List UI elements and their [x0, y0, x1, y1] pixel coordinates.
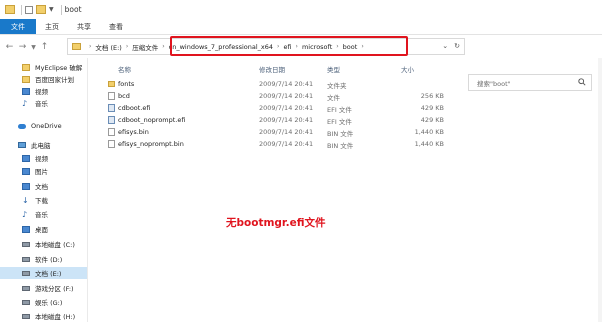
file-list: 名称 修改日期 类型 大小 fonts 2009/7/14 20:41 文件夹 …	[89, 58, 602, 322]
navigation-pane: MyEclipse 破解 百度回家计划 视频 ♪ 音乐 OneDrive 此电脑 …	[0, 58, 88, 322]
file-icon	[108, 128, 115, 136]
sidebar-item-pc-music[interactable]: ♪ 音乐	[0, 208, 87, 220]
download-icon: ↓	[22, 195, 29, 205]
drive-icon	[22, 270, 30, 276]
file-icon	[108, 140, 115, 148]
document-icon	[22, 182, 30, 190]
folder-icon	[22, 75, 30, 83]
folder-icon	[5, 5, 15, 14]
cloud-icon	[18, 123, 26, 129]
drive-icon	[22, 285, 30, 291]
file-explorer-window: ▼ boot 文件 主页 共享 查看 ← → ▼ ↑ › 文档 (E:) › 压…	[0, 0, 602, 322]
drive-icon	[22, 299, 30, 305]
scrollbar[interactable]	[598, 58, 602, 322]
forward-arrow-icon[interactable]: →	[16, 42, 29, 52]
music-icon: ♪	[22, 98, 28, 108]
back-arrow-icon[interactable]: ←	[3, 42, 16, 52]
tab-view[interactable]: 查看	[100, 19, 132, 34]
drive-icon	[22, 313, 30, 319]
path-highlight-box	[170, 36, 408, 56]
sidebar-item-baidu[interactable]: 百度回家计划	[0, 73, 87, 85]
ribbon-tabs: 文件 主页 共享 查看	[0, 19, 602, 35]
sidebar-item-downloads[interactable]: ↓ 下载	[0, 194, 87, 206]
up-arrow-icon[interactable]: ↑	[38, 42, 51, 52]
file-row[interactable]: fonts 2009/7/14 20:41 文件夹	[89, 78, 602, 90]
sidebar-item-documents[interactable]: 文档	[0, 180, 87, 192]
sidebar-item-drive-e[interactable]: 文档 (E:)	[0, 267, 87, 279]
sidebar-item-pc-videos[interactable]: 视频	[0, 152, 87, 164]
folder-icon	[22, 63, 30, 71]
chevron-right-icon: ›	[162, 43, 165, 50]
sidebar-item-drive-c[interactable]: 本地磁盘 (C:)	[0, 238, 87, 250]
sidebar-item-drive-h[interactable]: 本地磁盘 (H:)	[0, 310, 87, 322]
annotation-text: 无bootmgr.efi文件	[226, 217, 326, 229]
sidebar-item-drive-g[interactable]: 娱乐 (G:)	[0, 296, 87, 308]
sidebar-item-myeclipse[interactable]: MyEclipse 破解	[0, 61, 87, 73]
divider	[60, 4, 62, 15]
properties-icon[interactable]	[25, 5, 33, 14]
picture-icon	[22, 167, 30, 175]
efi-file-icon	[108, 104, 115, 112]
sidebar-item-drive-d[interactable]: 软件 (D:)	[0, 253, 87, 265]
sidebar-item-this-pc[interactable]: 此电脑	[0, 139, 87, 151]
music-icon: ♪	[22, 209, 28, 219]
sidebar-item-videos[interactable]: 视频	[0, 85, 87, 97]
column-header-name[interactable]: 名称	[118, 64, 131, 74]
drive-icon	[22, 241, 30, 247]
tab-share[interactable]: 共享	[68, 19, 100, 34]
file-row[interactable]: cdboot.efi 2009/7/14 20:41 EFI 文件 429 KB	[89, 102, 602, 114]
chevron-down-icon[interactable]: ▼	[49, 6, 54, 13]
sidebar-item-pictures[interactable]: 图片	[0, 165, 87, 177]
window-title: boot	[64, 5, 82, 14]
breadcrumb-archive[interactable]: 压缩文件	[132, 42, 158, 52]
column-header-date[interactable]: 修改日期	[259, 64, 285, 74]
sidebar-item-drive-f[interactable]: 游戏分区 (F:)	[0, 282, 87, 294]
video-icon	[22, 87, 30, 95]
file-row[interactable]: bcd 2009/7/14 20:41 文件 256 KB	[89, 90, 602, 102]
desktop-icon	[22, 225, 30, 233]
sidebar-item-music[interactable]: ♪ 音乐	[0, 97, 87, 109]
tab-home[interactable]: 主页	[36, 19, 68, 34]
file-row[interactable]: efisys.bin 2009/7/14 20:41 BIN 文件 1,440 …	[89, 126, 602, 138]
tab-file[interactable]: 文件	[0, 19, 36, 34]
folder-icon	[72, 43, 81, 50]
pc-icon	[18, 142, 26, 148]
new-folder-icon[interactable]	[36, 5, 46, 14]
sidebar-item-desktop[interactable]: 桌面	[0, 223, 87, 235]
file-row[interactable]: efisys_noprompt.bin 2009/7/14 20:41 BIN …	[89, 138, 602, 150]
chevron-right-icon: ›	[125, 43, 129, 50]
divider	[21, 4, 22, 15]
column-header-type[interactable]: 类型	[327, 64, 340, 74]
drive-icon	[22, 256, 30, 262]
efi-file-icon	[108, 116, 115, 124]
video-icon	[22, 154, 30, 162]
dropdown-chevron-icon[interactable]: ⌄	[442, 42, 448, 50]
file-icon	[108, 92, 115, 100]
chevron-right-icon: ›	[89, 43, 92, 50]
breadcrumb-drive[interactable]: 文档 (E:)	[95, 42, 121, 52]
column-header-size[interactable]: 大小	[401, 64, 414, 74]
title-bar: ▼ boot	[0, 0, 602, 19]
file-row[interactable]: cdboot_noprompt.efi 2009/7/14 20:41 EFI …	[89, 114, 602, 126]
refresh-icon[interactable]: ↻	[454, 42, 460, 50]
folder-icon	[108, 81, 115, 87]
recent-locations-icon[interactable]: ▼	[29, 44, 38, 51]
sidebar-item-onedrive[interactable]: OneDrive	[0, 120, 87, 132]
